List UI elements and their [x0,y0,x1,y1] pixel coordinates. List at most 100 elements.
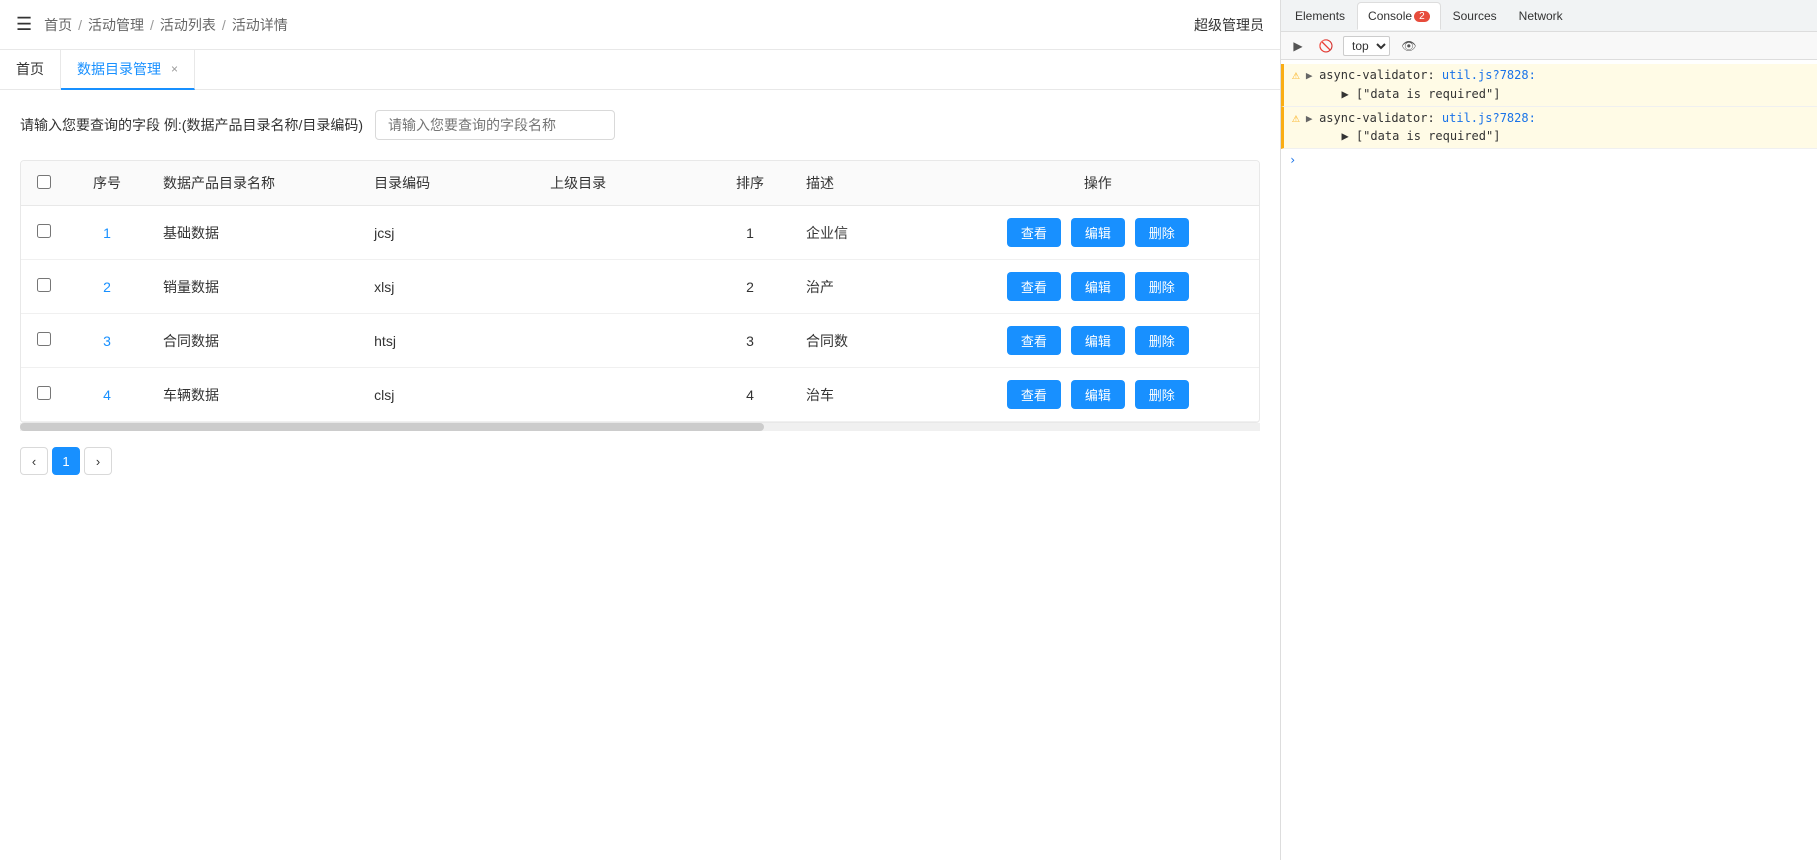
th-checkbox [21,161,67,206]
row-check-3[interactable] [37,386,51,400]
th-num: 序号 [67,161,147,206]
row-delete-btn-1[interactable]: 删除 [1135,272,1189,301]
devtools-tab-console[interactable]: Console 2 [1357,2,1441,30]
scroll-thumb[interactable] [20,423,764,431]
tab-data-catalog-label: 数据目录管理 [77,59,161,79]
tab-home[interactable]: 首页 [0,50,61,90]
row-delete-btn-0[interactable]: 删除 [1135,218,1189,247]
th-action: 操作 [937,161,1259,206]
row-view-btn-1[interactable]: 查看 [1007,272,1061,301]
console-link-1[interactable]: util.js?7828: [1442,68,1536,82]
breadcrumb-activity-detail[interactable]: 活动详情 [232,15,288,35]
devtools-tab-network[interactable]: Network [1509,2,1573,30]
th-desc: 描述 [790,161,937,206]
devtools-tab-sources[interactable]: Sources [1443,2,1507,30]
row-desc-3: 治车 [790,368,937,422]
row-parent-1 [534,260,710,314]
devtools-ban-icon[interactable]: 🚫 [1315,35,1337,57]
row-view-btn-2[interactable]: 查看 [1007,326,1061,355]
row-desc-1: 治产 [790,260,937,314]
row-num-3: 4 [67,368,147,422]
row-action-0: 查看 编辑 删除 [937,206,1259,260]
row-order-3: 4 [710,368,790,422]
row-check-0[interactable] [37,224,51,238]
th-parent: 上级目录 [534,161,710,206]
devtools-tab-elements[interactable]: Elements [1285,2,1355,30]
row-view-btn-3[interactable]: 查看 [1007,380,1061,409]
devtools-play-icon[interactable]: ▶ [1287,35,1309,57]
tab-close-icon[interactable]: × [171,62,178,76]
row-name-3: 车辆数据 [147,368,358,422]
data-table: 序号 数据产品目录名称 目录编码 上级目录 排序 描述 操作 1 基础数据 [20,160,1260,423]
user-info: 超级管理员 [1194,15,1264,35]
row-order-2: 3 [710,314,790,368]
table-row: 4 车辆数据 clsj 4 治车 查看 编辑 删除 [21,368,1259,422]
search-input[interactable] [375,110,615,140]
header-left: ☰ 首页 / 活动管理 / 活动列表 / 活动详情 [16,14,288,35]
row-code-2: htsj [358,314,534,368]
row-name-1: 销量数据 [147,260,358,314]
row-delete-btn-3[interactable]: 删除 [1135,380,1189,409]
pagination-next[interactable]: › [84,447,112,475]
horizontal-scrollbar[interactable] [20,423,1260,431]
row-name-0: 基础数据 [147,206,358,260]
row-edit-btn-0[interactable]: 编辑 [1071,218,1125,247]
row-checkbox-1 [21,260,67,314]
main-content: 请输入您要查询的字段 例:(数据产品目录名称/目录编码) 序号 数据产品目录名称… [0,90,1280,860]
pagination-page-1[interactable]: 1 [52,447,80,475]
console-expand-2[interactable]: ▶ [1306,112,1319,125]
row-desc-0: 企业信 [790,206,937,260]
row-checkbox-0 [21,206,67,260]
console-entry-2: ⚠ ▶ async-validator: util.js?7828: ▶ ["d… [1281,107,1817,150]
devtools-eye-icon[interactable]: 👁 [1398,35,1420,57]
breadcrumb-sep-1: / [78,17,82,33]
pagination-prev[interactable]: ‹ [20,447,48,475]
devtools-tabs: Elements Console 2 Sources Network [1281,0,1817,32]
row-action-3: 查看 编辑 删除 [937,368,1259,422]
row-action-2: 查看 编辑 删除 [937,314,1259,368]
search-bar: 请输入您要查询的字段 例:(数据产品目录名称/目录编码) [20,110,1260,140]
row-code-3: clsj [358,368,534,422]
breadcrumb-sep-2: / [150,17,154,33]
table-row: 1 基础数据 jcsj 1 企业信 查看 编辑 删除 [21,206,1259,260]
tab-data-catalog[interactable]: 数据目录管理 × [61,50,195,90]
devtools-toolbar: ▶ 🚫 top 👁 [1281,32,1817,60]
th-order: 排序 [710,161,790,206]
breadcrumb-activity-list[interactable]: 活动列表 [160,15,216,35]
th-name: 数据产品目录名称 [147,161,358,206]
console-link-2[interactable]: util.js?7828: [1442,111,1536,125]
row-checkbox-3 [21,368,67,422]
row-edit-btn-3[interactable]: 编辑 [1071,380,1125,409]
row-parent-0 [534,206,710,260]
row-delete-btn-2[interactable]: 删除 [1135,326,1189,355]
devtools-panel: Elements Console 2 Sources Network ▶ 🚫 t… [1280,0,1817,860]
devtools-context-select[interactable]: top [1343,36,1390,56]
row-parent-3 [534,368,710,422]
row-order-0: 1 [710,206,790,260]
console-entry-1: ⚠ ▶ async-validator: util.js?7828: ▶ ["d… [1281,64,1817,107]
row-edit-btn-1[interactable]: 编辑 [1071,272,1125,301]
breadcrumb-home[interactable]: 首页 [44,15,72,35]
console-expand-1[interactable]: ▶ [1306,69,1319,82]
console-arr-2: ▶ ["data is required"] [1306,128,1809,145]
row-check-1[interactable] [37,278,51,292]
row-view-btn-0[interactable]: 查看 [1007,218,1061,247]
select-all-checkbox[interactable] [37,175,51,189]
table-row: 2 销量数据 xlsj 2 治产 查看 编辑 删除 [21,260,1259,314]
row-parent-2 [534,314,710,368]
row-check-2[interactable] [37,332,51,346]
breadcrumb: 首页 / 活动管理 / 活动列表 / 活动详情 [44,15,288,35]
row-num-1: 2 [67,260,147,314]
breadcrumb-sep-3: / [222,17,226,33]
row-edit-btn-2[interactable]: 编辑 [1071,326,1125,355]
breadcrumb-activity-mgmt[interactable]: 活动管理 [88,15,144,35]
console-text-2: ▶ async-validator: util.js?7828: ▶ ["dat… [1306,110,1809,146]
row-num-2: 3 [67,314,147,368]
menu-icon[interactable]: ☰ [16,14,32,35]
row-checkbox-2 [21,314,67,368]
devtools-console-content: ⚠ ▶ async-validator: util.js?7828: ▶ ["d… [1281,60,1817,860]
console-text-1: ▶ async-validator: util.js?7828: ▶ ["dat… [1306,67,1809,103]
row-order-1: 2 [710,260,790,314]
console-bottom-arrow[interactable]: › [1281,149,1817,171]
warning-icon-1: ⚠ [1292,68,1300,83]
